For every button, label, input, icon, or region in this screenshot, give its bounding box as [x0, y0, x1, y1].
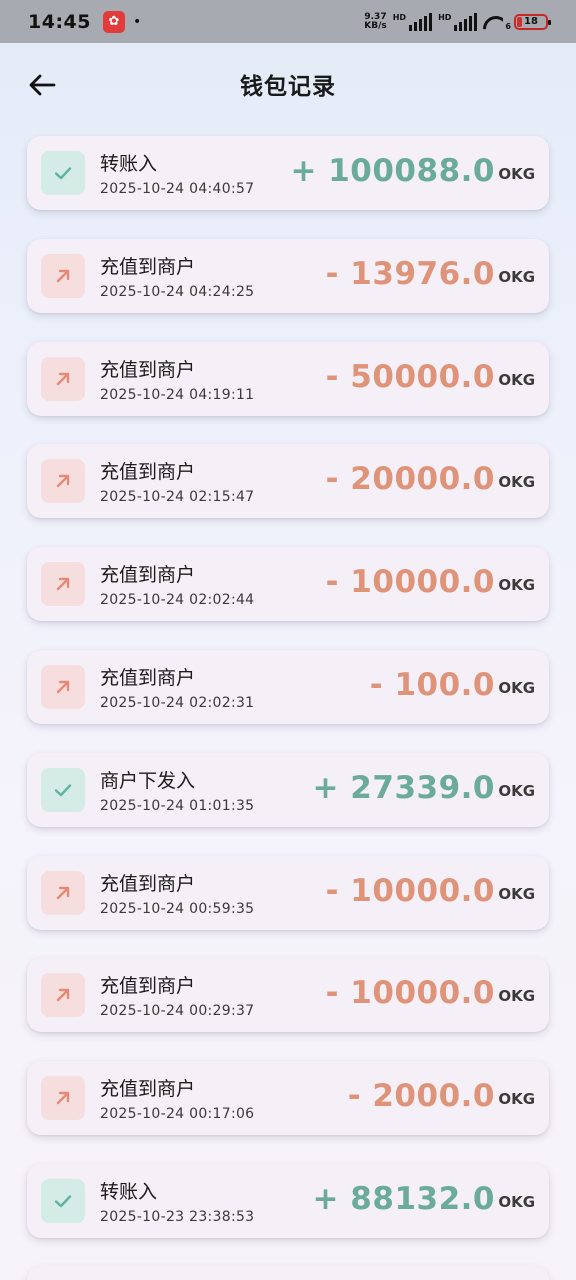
check-icon: [41, 1178, 85, 1223]
wifi-sub-label: 6: [505, 21, 511, 31]
record-unit: OKG: [498, 165, 535, 183]
wifi-icon: [483, 14, 503, 30]
record-title: 转账入: [100, 1180, 158, 1203]
signal-1-icon: [409, 12, 433, 31]
wallet-record-item[interactable]: 充值到商户 2025-10-24 02:02:31 - 100.0 OKG: [27, 649, 549, 724]
record-time: 2025-10-24 00:17:06: [100, 1106, 255, 1123]
arrow-up-right-icon: [41, 973, 85, 1018]
record-unit: OKG: [498, 473, 535, 492]
record-amount: - 100.0: [369, 666, 495, 703]
wallet-record-list[interactable]: 转账入 2025-10-24 04:40:57 + 100088.0 OKG 充值到商户…: [27, 136, 549, 1267]
record-amount: + 100088.0: [290, 153, 495, 189]
arrow-up-right-icon: [41, 356, 85, 401]
wallet-record-item[interactable]: 充值到商户 2025-10-24 00:29:37 - 10000.0 OKG: [27, 958, 549, 1033]
battery-level-fill: [517, 16, 522, 27]
arrow-up-right-icon: [41, 664, 85, 709]
list-item-partial[interactable]: [27, 1266, 549, 1280]
arrow-up-right-icon: [41, 1076, 85, 1121]
record-title: 充值到商户: [100, 255, 196, 278]
sim2-hd-label: HD: [438, 12, 452, 22]
record-amount: - 10000.0: [325, 872, 495, 909]
record-amount: - 20000.0: [325, 461, 495, 498]
wallet-record-item[interactable]: 充值到商户 2025-10-24 00:59:35 - 10000.0 OKG: [27, 855, 549, 930]
arrow-left-icon: [29, 74, 56, 96]
record-title: 充值到商户: [100, 358, 196, 381]
record-unit: OKG: [498, 987, 535, 1006]
back-button[interactable]: [22, 65, 62, 105]
record-title: 充值到商户: [100, 461, 196, 484]
record-amount: + 88132.0: [312, 1180, 495, 1217]
record-time: 2025-10-24 01:01:35: [100, 797, 255, 814]
wallet-record-item[interactable]: 充值到商户 2025-10-24 00:17:06 - 2000.0 OKG: [27, 1061, 549, 1136]
record-title: 充值到商户: [100, 872, 196, 895]
wallet-record-item[interactable]: 充值到商户 2025-10-24 02:02:44 - 10000.0 OKG: [27, 547, 549, 622]
sim1-hd-label: HD: [392, 12, 407, 22]
arrow-up-right-icon: [41, 459, 85, 504]
battery-icon: 18: [514, 13, 551, 30]
record-unit: OKG: [498, 1090, 535, 1109]
wallet-record-item[interactable]: 充值到商户 2025-10-24 04:19:11 - 50000.0 OKG: [27, 341, 549, 416]
signal-2-icon: [454, 12, 478, 31]
record-title: 充值到商户: [100, 666, 196, 689]
wallet-record-item[interactable]: 转账入 2025-10-24 04:40:57 + 100088.0 OKG: [27, 136, 549, 210]
record-time: 2025-10-23 23:38:53: [100, 1208, 255, 1225]
notification-dot-icon: •: [132, 13, 142, 30]
notification-app-icon: ✿: [102, 10, 125, 33]
record-amount: - 2000.0: [347, 1078, 495, 1115]
status-bar: 14:45 ✿ • 9.37 KB/s HD HD 6 18: [0, 0, 576, 43]
record-title: 充值到商户: [100, 564, 196, 587]
network-speed: 9.37 KB/s: [364, 12, 387, 31]
record-time: 2025-10-24 02:02:44: [100, 592, 255, 609]
check-icon: [41, 767, 85, 812]
record-unit: OKG: [498, 576, 535, 595]
arrow-up-right-icon: [41, 870, 85, 915]
record-time: 2025-10-24 02:02:31: [100, 694, 255, 711]
record-amount: - 10000.0: [325, 975, 495, 1012]
record-time: 2025-10-24 04:19:11: [100, 386, 255, 403]
record-time: 2025-10-24 00:29:37: [100, 1003, 255, 1020]
record-amount: - 10000.0: [325, 564, 495, 601]
record-title: 充值到商户: [100, 1078, 196, 1101]
arrow-up-right-icon: [41, 253, 85, 298]
status-indicators: 9.37 KB/s HD HD 6 18: [364, 12, 551, 31]
record-unit: OKG: [498, 370, 535, 389]
arrow-up-right-icon: [41, 562, 85, 607]
wallet-record-item[interactable]: 充值到商户 2025-10-24 04:24:25 - 13976.0 OKG: [27, 238, 549, 313]
record-unit: OKG: [498, 1192, 535, 1211]
record-amount: - 50000.0: [325, 358, 495, 395]
record-title: 商户下发入: [100, 769, 196, 792]
record-time: 2025-10-24 04:24:25: [100, 283, 255, 300]
record-time: 2025-10-24 02:15:47: [100, 489, 255, 506]
battery-level: 18: [524, 16, 538, 27]
wallet-record-item[interactable]: 商户下发入 2025-10-24 01:01:35 + 27339.0 OKG: [27, 752, 549, 827]
page-title: 钱包记录: [240, 74, 336, 100]
record-unit: OKG: [498, 678, 535, 697]
wallet-record-item[interactable]: 充值到商户 2025-10-24 02:15:47 - 20000.0 OKG: [27, 444, 549, 519]
record-time: 2025-10-24 00:59:35: [100, 900, 255, 917]
record-amount: + 27339.0: [312, 769, 495, 806]
record-title: 转账入: [100, 153, 158, 175]
app-bar: 钱包记录: [0, 43, 576, 125]
check-icon: [41, 151, 85, 195]
network-speed-unit: KB/s: [364, 20, 387, 31]
status-time: 14:45: [28, 10, 91, 33]
record-time: 2025-10-24 04:40:57: [100, 181, 255, 197]
record-title: 充值到商户: [100, 975, 196, 998]
wallet-record-item[interactable]: 转账入 2025-10-23 23:38:53 + 88132.0 OKG: [27, 1163, 549, 1238]
record-unit: OKG: [498, 884, 535, 903]
record-amount: - 13976.0: [325, 255, 495, 292]
record-unit: OKG: [498, 267, 535, 286]
record-unit: OKG: [498, 781, 535, 800]
